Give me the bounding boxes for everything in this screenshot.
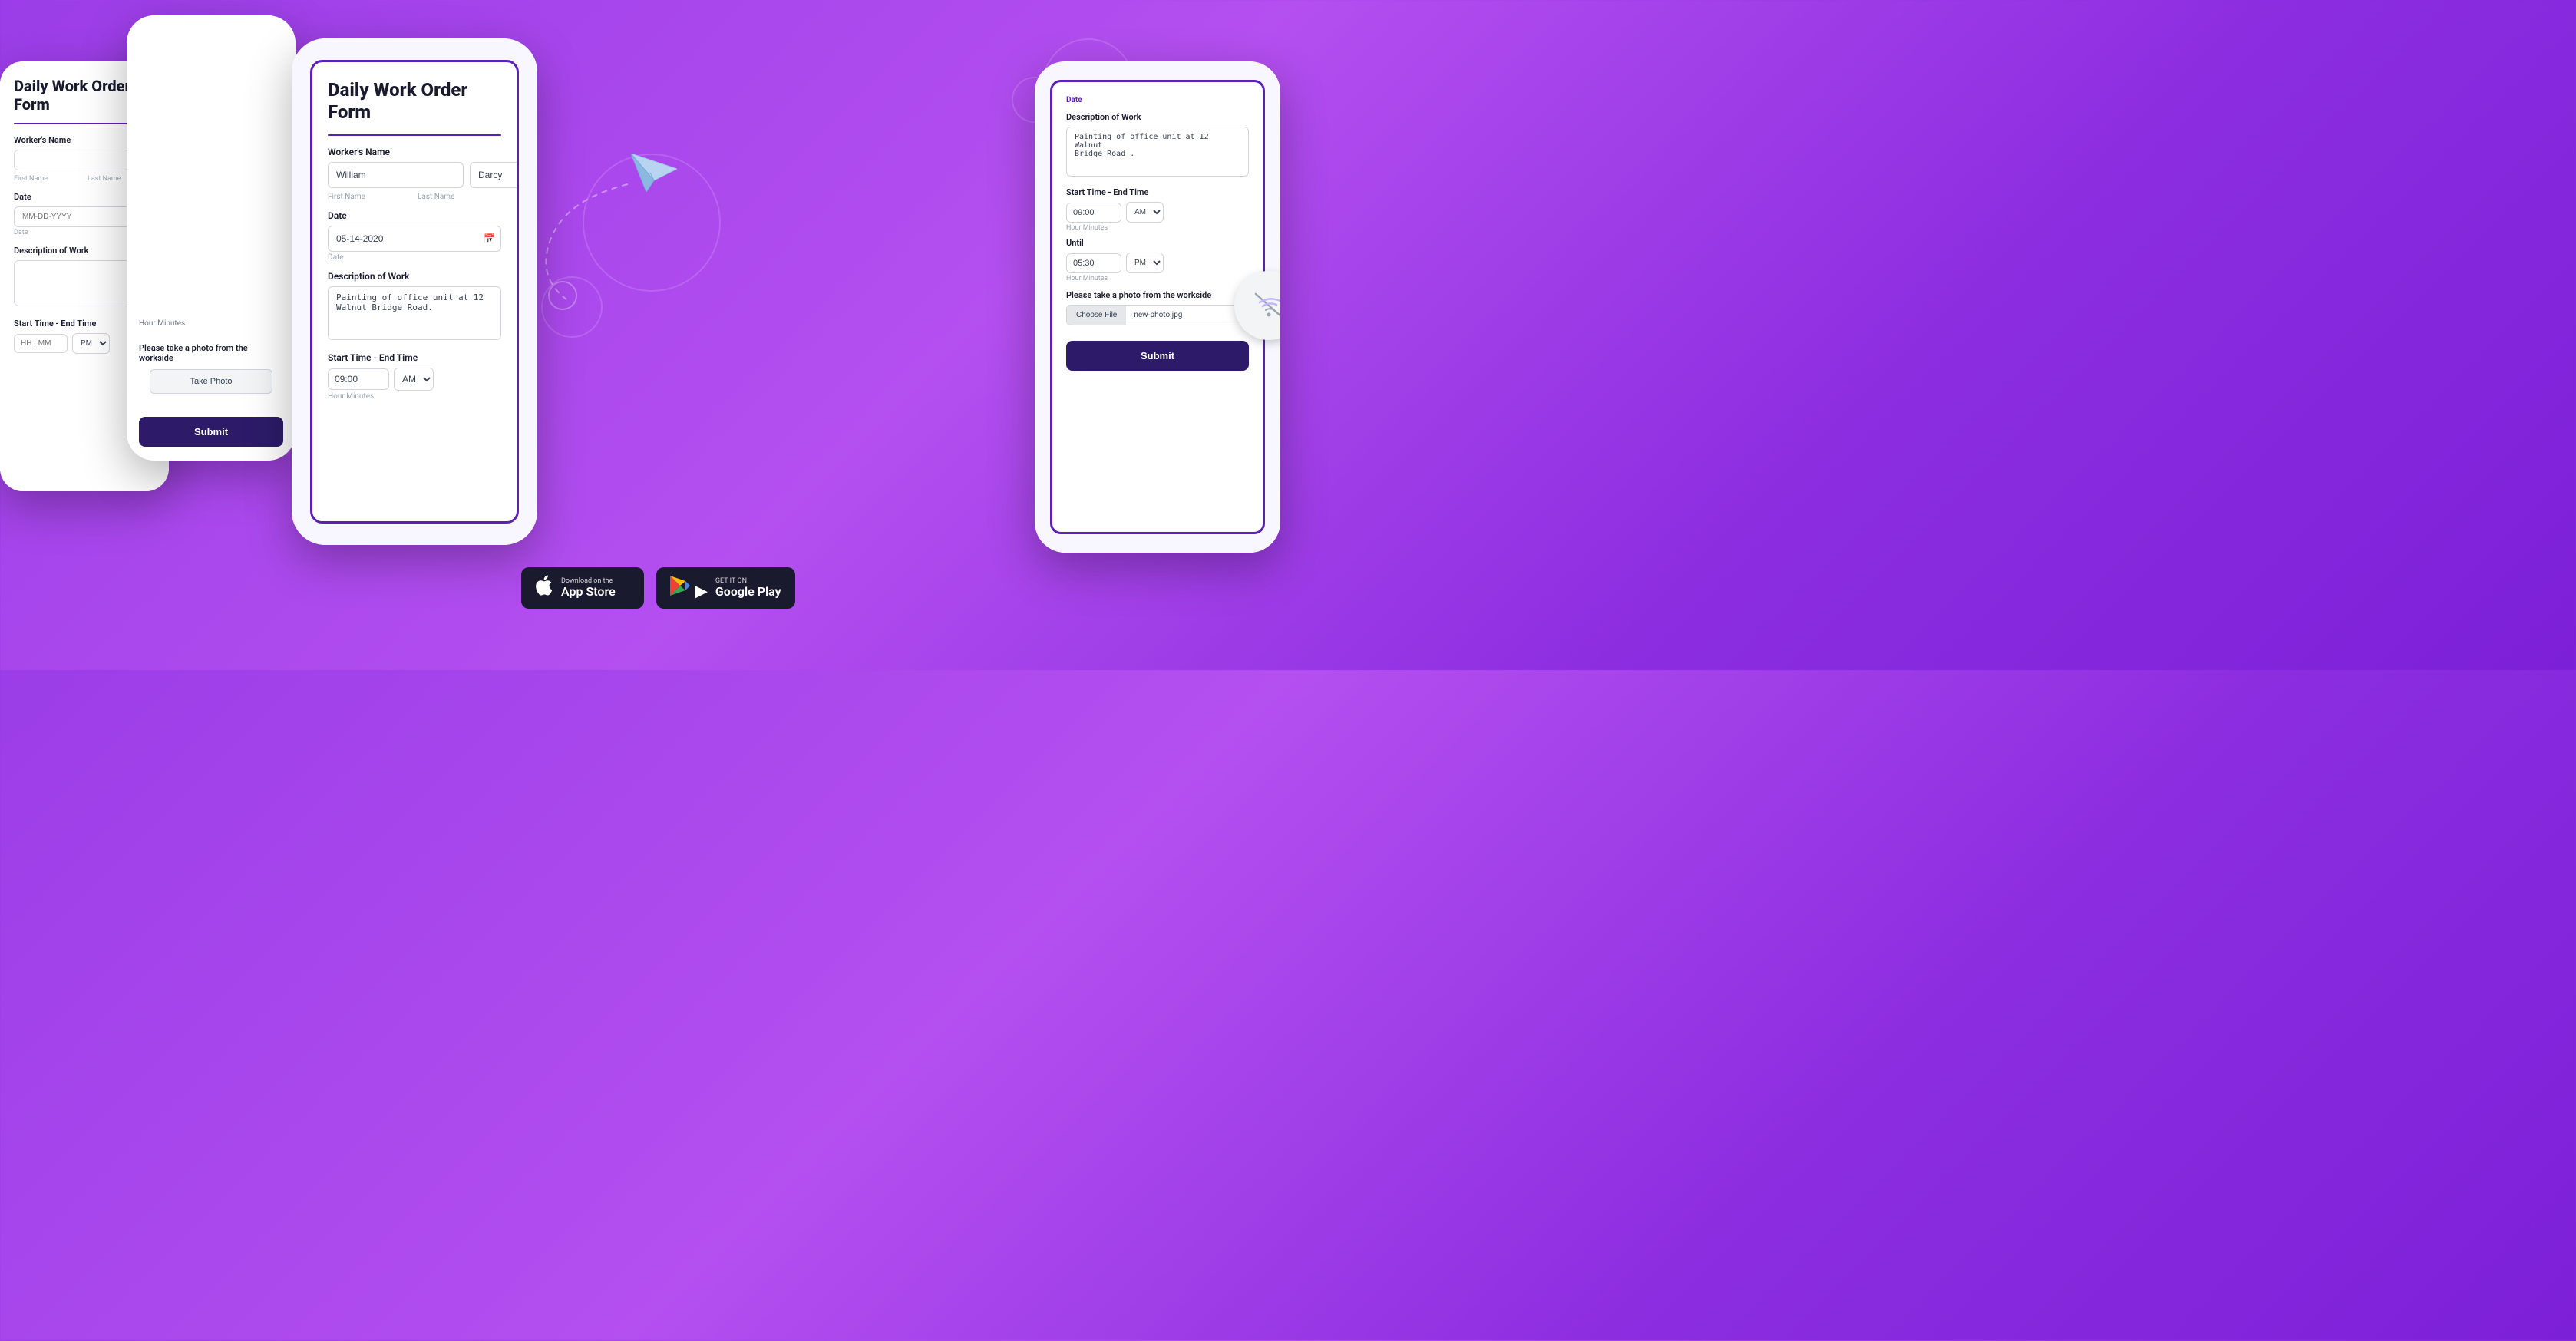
phone-3: Daily Work Order Form Worker's Name Firs… (292, 38, 537, 545)
phone4-choose-file-btn[interactable]: Choose File (1067, 306, 1126, 325)
phone1-time-input[interactable] (14, 334, 68, 353)
google-play-btn[interactable]: ▶ GET IT ON Google Play (656, 567, 795, 609)
phone4-start-time-label: Start Time - End Time (1066, 187, 1249, 197)
phone4-file-input: Choose File new-photo.jpg (1066, 305, 1249, 325)
apple-app-store-btn[interactable]: Download on the App Store (521, 567, 644, 609)
phone3-date-sublabel: Date (328, 253, 501, 262)
apple-icon (535, 575, 553, 601)
google-btn-main-text: Google Play (715, 585, 781, 599)
phone4-until-label: Until (1066, 238, 1249, 248)
phone4-file-name: new-photo.jpg (1126, 306, 1248, 325)
phone3-hour-minutes-label: Hour Minutes (328, 392, 501, 401)
apple-btn-main-text: App Store (561, 585, 616, 599)
phone4-end-time-input[interactable] (1066, 253, 1121, 273)
phone-2: Hour Minutes Please take a photo from th… (127, 15, 296, 461)
phone1-first-name-input[interactable] (14, 150, 129, 170)
app-store-buttons: Download on the App Store ▶ GET IT ON Go… (521, 567, 795, 609)
phone2-photo-label: Please take a photo from the workside (139, 343, 283, 363)
phone4-description-textarea[interactable]: Painting of office unit at 12 Walnut Bri… (1066, 127, 1249, 177)
phone4-hour-minutes-label: Hour Minutes (1066, 224, 1249, 232)
phone2-submit-btn[interactable]: Submit (139, 417, 283, 447)
phone2-take-photo-btn[interactable]: Take Photo (150, 369, 272, 394)
phone3-date-input[interactable] (328, 226, 501, 252)
phone4-photo-label: Please take a photo from the workside (1066, 290, 1249, 300)
phone3-description-textarea[interactable]: Painting of office unit at 12 Walnut Bri… (328, 286, 501, 340)
phone3-first-name-input[interactable] (328, 162, 464, 188)
phone3-workers-name-label: Worker's Name (328, 147, 501, 157)
phone4-end-hour-minutes-label: Hour Minutes (1066, 275, 1249, 282)
phone3-description-label: Description of Work (328, 271, 501, 282)
phone3-calendar-icon: 📅 (484, 233, 495, 244)
phone3-start-time-label: Start Time - End Time (328, 352, 501, 363)
phone3-ampm-select[interactable]: AM PM (394, 368, 434, 391)
phone4-submit-btn[interactable]: Submit (1066, 341, 1249, 371)
phone4-description-label: Description of Work (1066, 112, 1249, 122)
phone-4: Date Description of Work Painting of off… (1035, 61, 1280, 553)
phone3-time-input[interactable] (328, 368, 389, 390)
phone3-last-name-label: Last Name (418, 193, 501, 201)
phone1-ampm-select[interactable]: PM AM (72, 333, 110, 354)
phone4-start-time-input[interactable] (1066, 203, 1121, 223)
phone3-last-name-input[interactable] (470, 162, 519, 188)
phone4-end-ampm-select[interactable]: PM AM (1126, 253, 1164, 273)
phone3-title: Daily Work Order Form (328, 79, 501, 124)
phone3-date-label: Date (328, 210, 501, 221)
phone3-divider (328, 134, 501, 136)
phone1-first-name-label: First Name (14, 175, 81, 183)
phone4-date-label: Date (1066, 96, 1249, 104)
phone4-start-ampm-select[interactable]: AM PM (1126, 202, 1164, 223)
phone3-first-name-label: First Name (328, 193, 411, 201)
google-play-icon: ▶ (670, 575, 708, 601)
phone2-hour-minutes-label: Hour Minutes (139, 319, 283, 328)
